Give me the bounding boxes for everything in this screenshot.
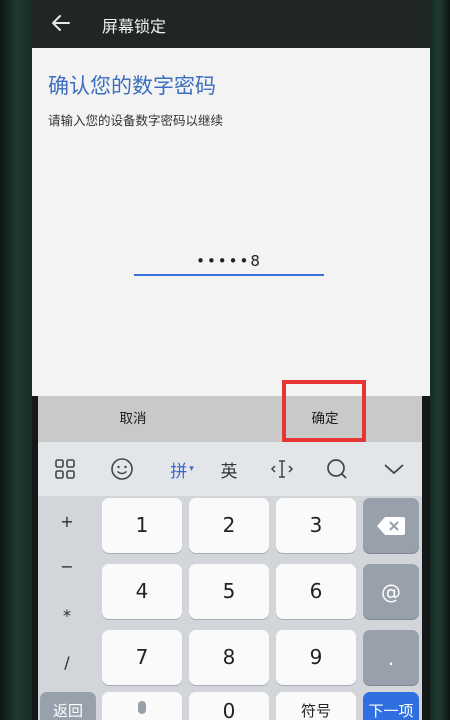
plus-key[interactable]: + — [38, 498, 96, 546]
dropdown-caret-icon: ▾ — [189, 464, 194, 474]
backspace-icon — [377, 516, 405, 535]
collapse-icon[interactable] — [379, 454, 409, 484]
pin-input-underline — [134, 274, 324, 276]
cursor-move-icon[interactable] — [267, 454, 297, 484]
minus-key[interactable]: − — [38, 543, 96, 591]
keyboard-toolbar: 拼 ▾ 英 — [38, 442, 422, 496]
back-arrow-icon[interactable] — [50, 12, 72, 34]
number-keyboard: 拼 ▾ 英 + − * / 1 2 3 4 5 6 @ 7 8 9 . — [38, 442, 422, 720]
confirm-pin-panel: 确认您的数字密码 请输入您的设备数字密码以继续 •••••8 — [32, 48, 430, 396]
page-title: 屏幕锁定 — [102, 17, 167, 36]
key-7[interactable]: 7 — [102, 630, 182, 685]
grid-icon[interactable] — [50, 454, 80, 484]
key-6[interactable]: 6 — [276, 564, 356, 619]
key-1[interactable]: 1 — [102, 498, 182, 553]
confirm-pin-subtitle: 请输入您的设备数字密码以继续 — [48, 113, 224, 128]
pinyin-switch[interactable]: 拼 ▾ — [162, 454, 202, 484]
key-9[interactable]: 9 — [276, 630, 356, 685]
phone-edge-right — [430, 0, 450, 720]
english-label: 英 — [220, 461, 238, 482]
phone-edge-left — [0, 0, 32, 720]
slash-key[interactable]: / — [38, 639, 96, 687]
key-5[interactable]: 5 — [189, 564, 269, 619]
backspace-key[interactable] — [363, 498, 419, 553]
pinyin-label: 拼 — [170, 461, 188, 482]
cancel-button[interactable]: 取消 — [98, 396, 168, 442]
next-key[interactable]: 下一项 — [363, 692, 419, 720]
at-key[interactable]: @ — [363, 564, 419, 619]
back-key[interactable]: 返回 — [40, 692, 96, 720]
key-2[interactable]: 2 — [189, 498, 269, 553]
dot-key[interactable]: . — [363, 630, 419, 685]
pin-input[interactable]: •••••8 — [134, 252, 324, 270]
asterisk-key[interactable]: * — [38, 592, 96, 640]
confirm-pin-title: 确认您的数字密码 — [48, 74, 216, 98]
english-switch[interactable]: 英 — [214, 454, 244, 484]
highlight-box — [282, 380, 366, 442]
key-8[interactable]: 8 — [189, 630, 269, 685]
key-4[interactable]: 4 — [102, 564, 182, 619]
emoji-icon[interactable] — [107, 454, 137, 484]
fullwidth-key[interactable]: 符号 — [276, 692, 356, 720]
key-3[interactable]: 3 — [276, 498, 356, 553]
microphone-icon — [138, 701, 146, 714]
key-0[interactable]: 0 — [189, 692, 269, 720]
app-header: 屏幕锁定 — [32, 0, 430, 48]
voice-key[interactable] — [102, 692, 182, 720]
search-icon[interactable] — [322, 454, 352, 484]
screen: 屏幕锁定 确认您的数字密码 请输入您的设备数字密码以继续 •••••8 取消 确… — [0, 0, 450, 720]
